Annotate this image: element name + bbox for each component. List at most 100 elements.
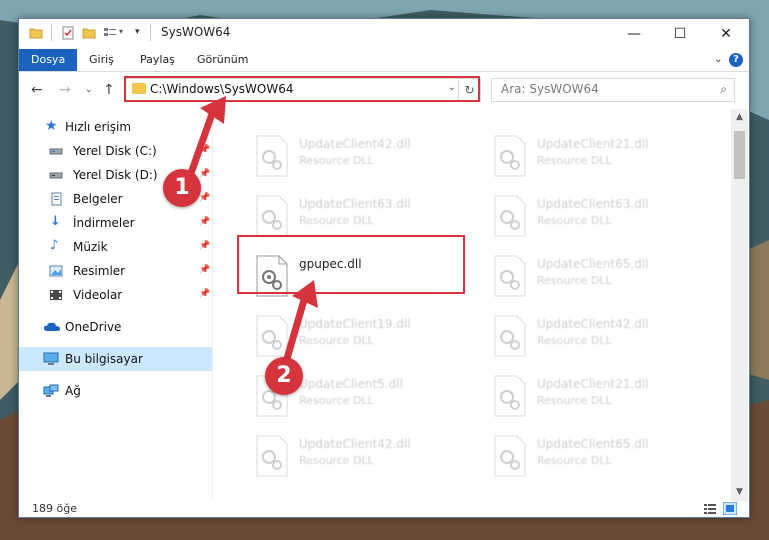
sidebar-item-drive-c[interactable]: Yerel Disk (C:) 📌 (19, 139, 212, 163)
scroll-down-icon[interactable]: ▼ (731, 484, 748, 501)
file-type: Resource DLL (537, 454, 612, 467)
file-list: UpdateClient42.dll Resource DLL UpdateCl… (213, 109, 729, 501)
sidebar-item-music[interactable]: ♪ Müzik 📌 (19, 235, 212, 259)
pin-icon[interactable]: 📌 (199, 265, 210, 275)
dll-file-icon (494, 375, 526, 417)
address-bar-highlight (124, 76, 480, 102)
music-icon: ♪ (50, 238, 59, 253)
file-name: UpdateClient42.dll (537, 317, 649, 331)
folder-icon (29, 28, 43, 39)
sidebar-item-label: Yerel Disk (D:) (73, 168, 158, 182)
search-placeholder: Ara: SysWOW64 (501, 82, 599, 96)
dll-file-icon (256, 135, 288, 177)
file-name: UpdateClient19.dll (299, 317, 411, 331)
sidebar-item-onedrive[interactable]: OneDrive (19, 315, 212, 339)
sidebar-item-label: İndirmeler (73, 216, 135, 230)
file-item[interactable]: UpdateClient21.dll Resource DLL (485, 129, 705, 185)
close-button[interactable]: ✕ (703, 19, 749, 49)
minimize-button[interactable]: — (611, 19, 657, 49)
title-bar: ▾ ▾ SysWOW64 — ☐ ✕ (19, 19, 749, 49)
computer-icon (43, 352, 59, 365)
sidebar-item-this-pc[interactable]: Bu bilgisayar (19, 347, 212, 371)
dll-file-icon (494, 315, 526, 357)
status-bar: 189 öğe (19, 501, 749, 517)
recent-locations-icon[interactable]: ⌄ (85, 85, 93, 95)
file-item[interactable]: UpdateClient63.dll Resource DLL (485, 189, 705, 245)
navigation-pane: ★ Hızlı erişim Yerel Disk (C:) 📌 Yerel D… (19, 109, 213, 501)
callout-2: 2 (265, 357, 303, 395)
file-item[interactable]: UpdateClient65.dll Resource DLL (485, 249, 705, 305)
pin-icon[interactable]: 📌 (199, 241, 210, 251)
dll-file-icon (256, 435, 288, 477)
file-name: UpdateClient65.dll (537, 257, 649, 271)
dll-file-icon (256, 315, 288, 357)
dll-file-icon (494, 255, 526, 297)
pin-icon[interactable]: 📌 (199, 217, 210, 227)
pictures-icon (49, 265, 63, 277)
file-type: Resource DLL (537, 154, 612, 167)
file-type: Resource DLL (537, 274, 612, 287)
item-count: 189 öğe (32, 502, 77, 515)
sidebar-item-videos[interactable]: Videolar 📌 (19, 283, 212, 307)
customize-toolbar-icon[interactable] (103, 26, 117, 40)
sidebar-item-quick-access[interactable]: ★ Hızlı erişim (19, 115, 212, 139)
scroll-thumb[interactable] (734, 131, 745, 179)
tab-gorunum[interactable]: Görünüm (185, 49, 260, 71)
tab-giris[interactable]: Giriş (77, 49, 126, 71)
drive-icon (49, 172, 63, 179)
file-item[interactable]: UpdateClient21.dll Resource DLL (485, 369, 705, 425)
file-item[interactable]: UpdateClient65.dll Resource DLL (485, 429, 705, 485)
maximize-button[interactable]: ☐ (657, 19, 703, 49)
pin-icon[interactable]: 📌 (199, 169, 210, 179)
file-type: Resource DLL (537, 214, 612, 227)
file-name: UpdateClient21.dll (537, 377, 649, 391)
sidebar-item-network[interactable]: Ağ (19, 379, 212, 403)
quick-access-dropdown-icon[interactable]: ▾ (135, 27, 140, 37)
tab-dosya[interactable]: Dosya (19, 49, 78, 71)
up-arrow-icon[interactable]: ↑ (103, 82, 115, 98)
divider (51, 25, 52, 41)
sidebar-item-label: Ağ (65, 384, 81, 398)
sidebar-item-label: Müzik (73, 240, 108, 254)
sidebar-item-downloads[interactable]: ↓ İndirmeler 📌 (19, 211, 212, 235)
scroll-up-icon[interactable]: ▲ (731, 109, 748, 126)
sidebar-item-label: OneDrive (65, 320, 122, 334)
file-type: Resource DLL (299, 454, 374, 467)
file-item[interactable]: UpdateClient42.dll Resource DLL (247, 129, 467, 185)
pin-icon[interactable]: 📌 (199, 145, 210, 155)
pin-icon[interactable]: 📌 (199, 193, 210, 203)
vertical-scrollbar[interactable]: ▲ ▼ (731, 109, 748, 501)
sidebar-item-label: Bu bilgisayar (65, 352, 143, 366)
file-name: UpdateClient42.dll (299, 437, 411, 451)
network-icon (43, 384, 59, 397)
sidebar-item-label: Resimler (73, 264, 126, 278)
sidebar-item-label: Videolar (73, 288, 123, 302)
back-arrow-icon[interactable]: ← (31, 82, 43, 98)
file-name: UpdateClient5.dll (299, 377, 403, 391)
properties-icon[interactable] (61, 26, 75, 40)
search-icon[interactable]: ⌕ (720, 82, 727, 97)
cloud-icon (44, 322, 60, 331)
drive-icon (49, 148, 63, 155)
star-icon: ★ (45, 118, 58, 134)
download-icon: ↓ (50, 214, 61, 229)
file-type: Resource DLL (537, 334, 612, 347)
dll-file-icon (494, 435, 526, 477)
details-view-icon[interactable] (703, 502, 717, 515)
forward-arrow-icon[interactable]: → (59, 82, 71, 98)
dropdown-arrow-icon[interactable]: ▾ (119, 27, 123, 36)
tab-paylas[interactable]: Paylaş (128, 49, 187, 71)
help-icon[interactable]: ? (729, 53, 743, 67)
divider-3 (150, 25, 151, 41)
large-icons-view-icon[interactable] (723, 502, 737, 515)
file-name: UpdateClient21.dll (537, 137, 649, 151)
file-item[interactable]: UpdateClient42.dll Resource DLL (485, 309, 705, 365)
chevron-down-icon[interactable]: ⌄ (714, 52, 723, 65)
new-folder-icon[interactable] (82, 26, 96, 40)
file-item[interactable]: UpdateClient42.dll Resource DLL (247, 429, 467, 485)
pin-icon[interactable]: 📌 (199, 289, 210, 299)
sidebar-item-pictures[interactable]: Resimler 📌 (19, 259, 212, 283)
search-input[interactable]: Ara: SysWOW64 ⌕ (491, 78, 735, 102)
file-type: Resource DLL (299, 154, 374, 167)
sidebar-item-label: Yerel Disk (C:) (73, 144, 157, 158)
